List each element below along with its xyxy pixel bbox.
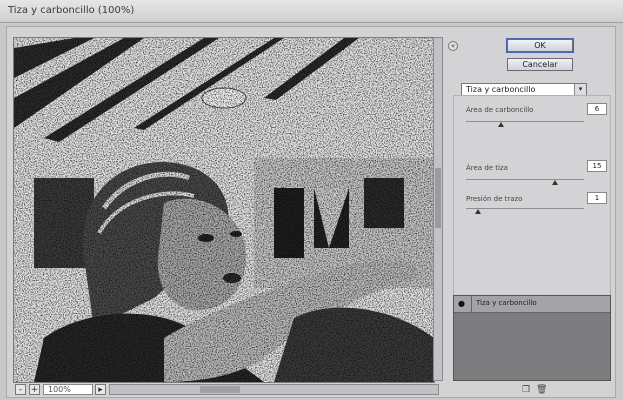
effect-layer-row[interactable]: ● Tiza y carboncillo: [454, 296, 610, 313]
param-slider-track[interactable]: [466, 208, 584, 209]
param-value-input[interactable]: 6: [587, 103, 607, 115]
filter-select-value: Tiza y carboncillo: [466, 85, 536, 94]
preview-image: [14, 38, 434, 382]
zoom-out-button[interactable]: -: [15, 384, 26, 395]
chevron-down-icon[interactable]: ▾: [574, 84, 586, 95]
param-slider-knob[interactable]: [498, 122, 505, 127]
effect-layers-panel: ● Tiza y carboncillo: [453, 295, 611, 381]
filter-parameters-panel: Área de carboncillo 6 Área de tiza 15 Pr…: [453, 95, 611, 313]
trash-icon[interactable]: 🗑: [536, 385, 547, 395]
preview-horizontal-scrollbar[interactable]: [109, 384, 439, 395]
ok-button[interactable]: OK: [507, 39, 573, 52]
effect-layer-name: Tiza y carboncillo: [476, 299, 537, 307]
param-slider-knob[interactable]: [551, 180, 558, 185]
param-label: Área de tiza: [466, 164, 508, 172]
param-label: Área de carboncillo: [466, 106, 534, 114]
filter-gallery-dialog: - + 100% ▸ « OK Cancelar Tiza y carbonci…: [6, 26, 616, 398]
zoom-bar: - + 100% ▸: [13, 383, 443, 397]
zoom-in-button[interactable]: +: [29, 384, 40, 395]
divider: [471, 296, 472, 312]
title-bar: Tiza y carboncillo (100%): [0, 0, 623, 23]
eye-icon[interactable]: ●: [457, 299, 466, 308]
param-slider-knob[interactable]: [474, 209, 481, 214]
preview-vertical-scrollbar[interactable]: [433, 37, 443, 381]
param-value-input[interactable]: 15: [587, 160, 607, 172]
param-label: Presión de trazo: [466, 195, 523, 203]
scroll-thumb[interactable]: [435, 168, 441, 228]
scroll-thumb[interactable]: [200, 386, 240, 393]
new-layer-icon[interactable]: ❐: [521, 385, 531, 395]
collapse-icon[interactable]: «: [448, 41, 458, 51]
param-slider-track[interactable]: [466, 121, 584, 122]
param-value-input[interactable]: 1: [587, 192, 607, 204]
window-title: Tiza y carboncillo (100%): [8, 5, 135, 16]
param-slider-track[interactable]: [466, 179, 584, 180]
zoom-dropdown-button[interactable]: ▸: [95, 384, 106, 395]
image-preview[interactable]: [13, 37, 435, 383]
cancel-button[interactable]: Cancelar: [507, 58, 573, 71]
zoom-level-value[interactable]: 100%: [43, 384, 93, 395]
